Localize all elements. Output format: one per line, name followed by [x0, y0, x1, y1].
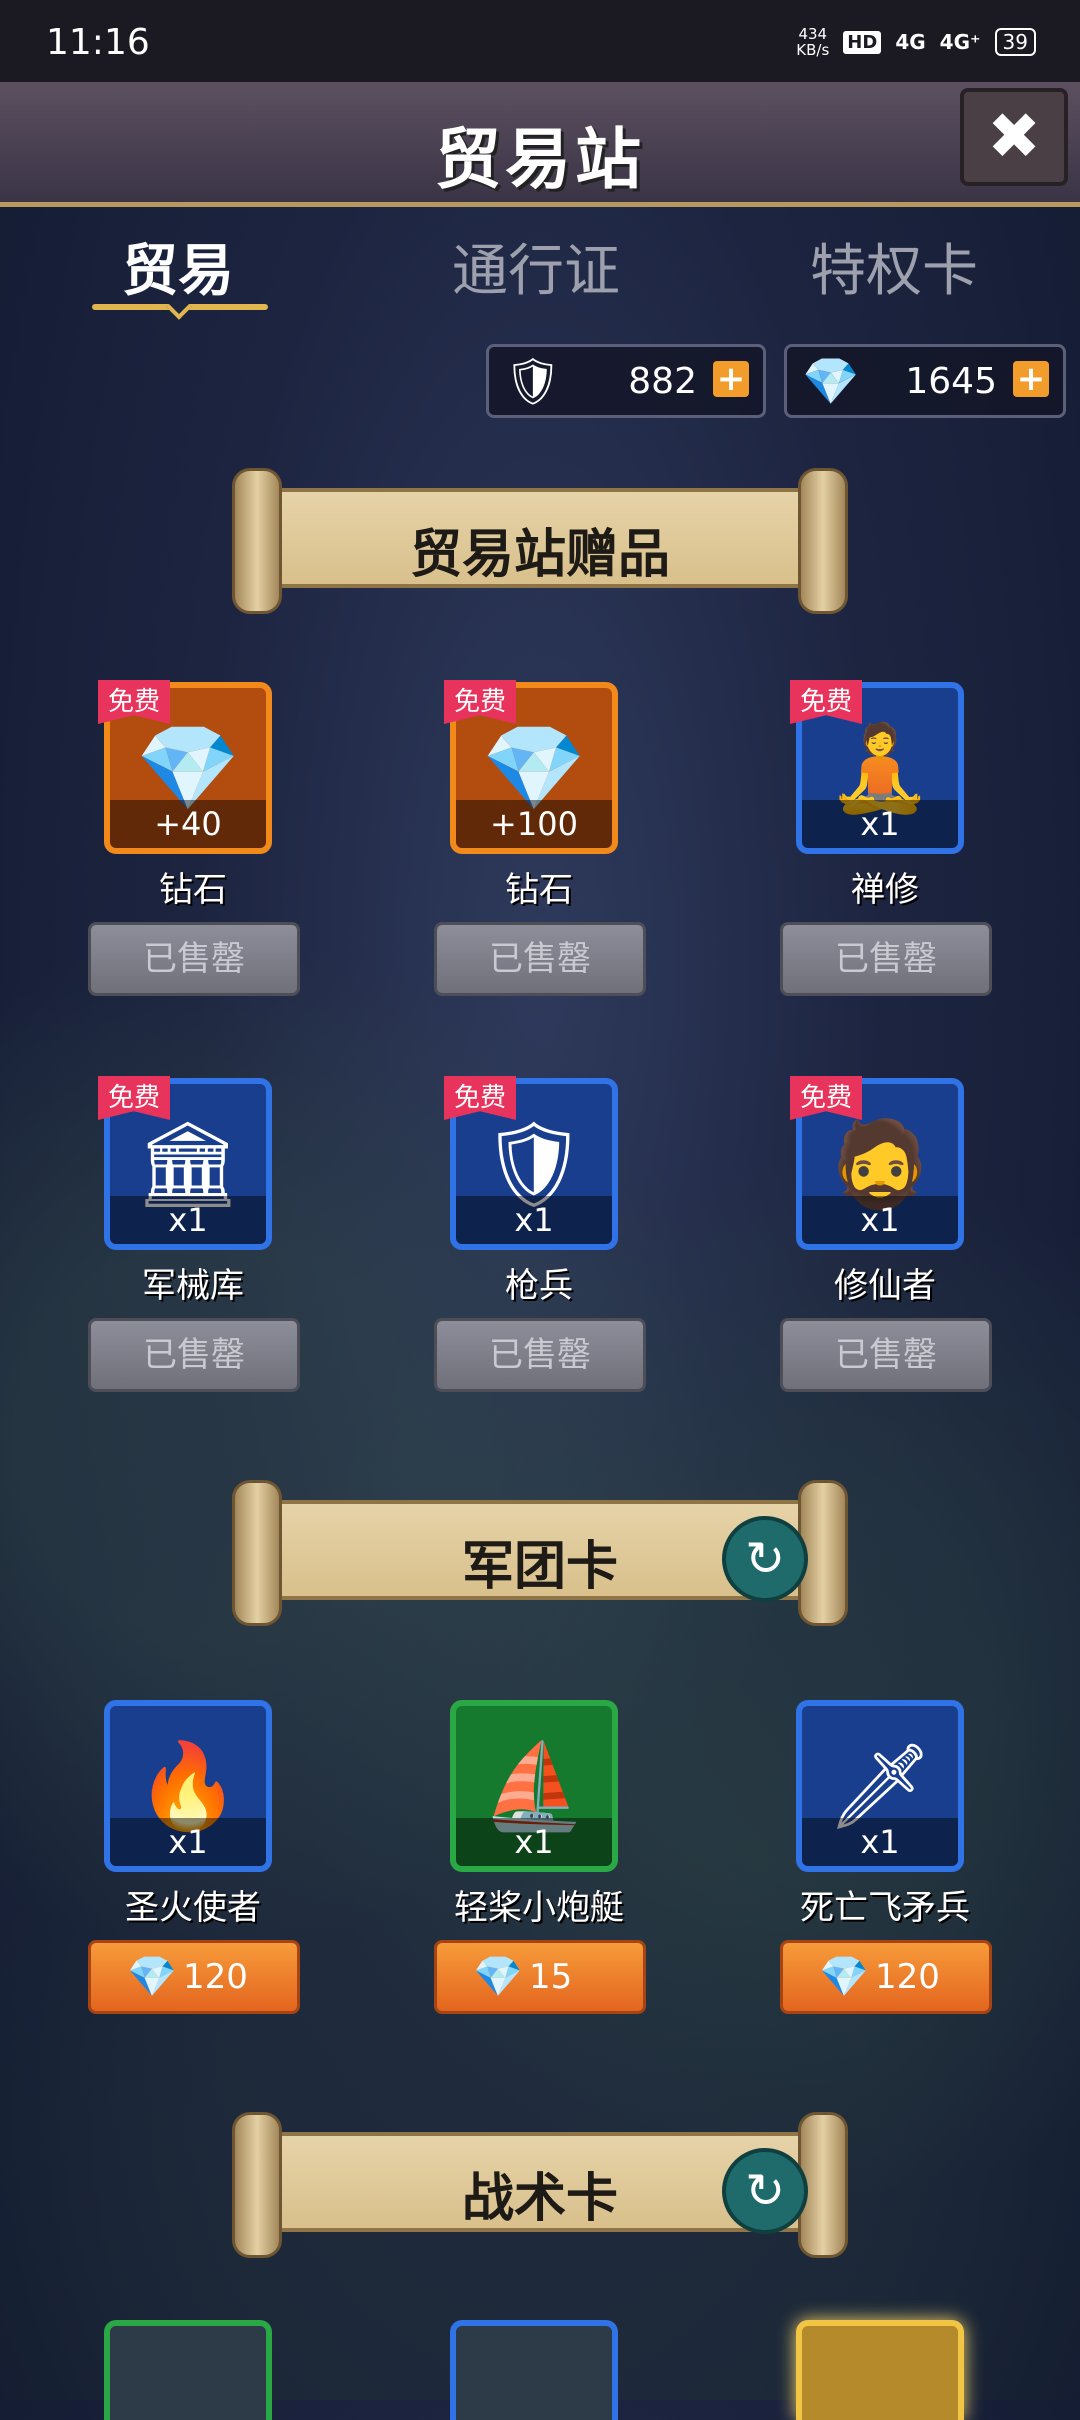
item-qty: +100 — [456, 800, 612, 848]
item-qty: x1 — [802, 1818, 958, 1866]
section-title: 贸易站赠品 — [409, 525, 670, 585]
net-speed-value: 434 — [798, 25, 828, 43]
price-value: 120 — [875, 1957, 940, 1997]
status-time: 11:16 — [46, 22, 150, 63]
item-name: 轻桨小炮艇 — [454, 1888, 624, 1928]
price-value: 120 — [183, 1957, 248, 1997]
sold-out-button[interactable]: 已售罄 — [780, 922, 992, 996]
sold-out-button[interactable]: 已售罄 — [88, 1318, 300, 1392]
item-card[interactable]: ⛵ x1 — [450, 1700, 618, 1872]
price-button[interactable]: 💎 120 — [88, 1940, 300, 2014]
network-speed: 434 KB/s — [796, 26, 829, 58]
item-qty: x1 — [110, 1196, 266, 1244]
tactics-card[interactable] — [796, 2320, 964, 2420]
diamond-icon: 💎 — [473, 1954, 523, 2000]
item-name: 钻石 — [159, 870, 227, 910]
battery-icon: 39 — [994, 28, 1036, 56]
hd-icon: HD — [843, 30, 882, 54]
item-name: 禅修 — [851, 870, 919, 910]
status-icons: 434 KB/s HD 4G 4G⁺ 39 — [796, 26, 1036, 58]
item-qty: x1 — [802, 1196, 958, 1244]
item-name: 枪兵 — [505, 1266, 573, 1306]
currency-diamond: 💎 1645 + — [784, 344, 1066, 418]
tab-pass[interactable]: 通行证 — [452, 226, 620, 307]
tactics-card[interactable] — [450, 2320, 618, 2420]
sold-out-button[interactable]: 已售罄 — [780, 1318, 992, 1392]
diamond-icon: 💎 — [819, 1954, 869, 2000]
item-name: 圣火使者 — [125, 1888, 261, 1928]
item-card[interactable]: 🗡 x1 — [796, 1700, 964, 1872]
item-name: 军械库 — [142, 1266, 244, 1306]
tab-bar: 贸易 通行证 特权卡 — [0, 212, 1080, 322]
price-value: 15 — [529, 1957, 573, 1997]
gift-item: 💎 +100 免费 钻石 已售罄 — [434, 680, 646, 1002]
sold-out-button[interactable]: 已售罄 — [88, 922, 300, 996]
section-banner-tactics: 战术卡 ↻ — [232, 2112, 848, 2258]
close-button[interactable]: ✖ — [960, 88, 1068, 186]
close-icon: ✖ — [987, 100, 1041, 174]
refresh-button[interactable]: ↻ — [722, 2148, 808, 2234]
signal-icon: 4G — [895, 30, 926, 54]
item-qty: x1 — [110, 1818, 266, 1866]
price-button[interactable]: 💎 120 — [780, 1940, 992, 2014]
net-speed-unit: KB/s — [796, 41, 830, 59]
legion-item: ⛵ x1 轻桨小炮艇 💎 15 — [434, 1700, 646, 2020]
page-title: 贸易站 — [435, 121, 645, 198]
section-banner-legion: 军团卡 ↻ — [232, 1480, 848, 1626]
sold-out-button[interactable]: 已售罄 — [434, 922, 646, 996]
crest-icon: 🛡 — [503, 353, 563, 408]
gift-item: 💎 +40 免费 钻石 已售罄 — [88, 680, 300, 1002]
item-name: 修仙者 — [834, 1266, 936, 1306]
status-bar: 11:16 434 KB/s HD 4G 4G⁺ 39 — [0, 0, 1080, 82]
diamond-value: 1645 — [905, 361, 997, 402]
refresh-icon: ↻ — [744, 2163, 786, 2219]
legion-item: 🗡 x1 死亡飞矛兵 💎 120 — [780, 1700, 992, 2020]
refresh-icon: ↻ — [744, 1531, 786, 1587]
item-qty: x1 — [456, 1818, 612, 1866]
tactics-card[interactable] — [104, 2320, 272, 2420]
signal-icon-2: 4G⁺ — [939, 30, 981, 54]
sold-out-button[interactable]: 已售罄 — [434, 1318, 646, 1392]
price-button[interactable]: 💎 15 — [434, 1940, 646, 2014]
title-bar: 贸易站 ✖ — [0, 82, 1080, 207]
diamond-icon: 💎 — [127, 1954, 177, 2000]
legion-item: 🔥 x1 圣火使者 💎 120 — [88, 1700, 300, 2020]
gift-item: 🧔 x1 免费 修仙者 已售罄 — [780, 1076, 992, 1398]
section-banner-gifts: 贸易站赠品 — [232, 468, 848, 614]
item-qty: x1 — [802, 800, 958, 848]
gift-item: 🛡 x1 免费 枪兵 已售罄 — [434, 1076, 646, 1398]
item-name: 钻石 — [505, 870, 573, 910]
currency-crest: 🛡 882 + — [486, 344, 766, 418]
crest-value: 882 — [628, 361, 697, 402]
item-name: 死亡飞矛兵 — [800, 1888, 970, 1928]
add-diamond-button[interactable]: + — [1013, 361, 1049, 397]
add-crest-button[interactable]: + — [713, 361, 749, 397]
refresh-button[interactable]: ↻ — [722, 1516, 808, 1602]
gift-item: 🏛 x1 免费 军械库 已售罄 — [88, 1076, 300, 1398]
item-qty: x1 — [456, 1196, 612, 1244]
gift-item: 🧘 x1 免费 禅修 已售罄 — [780, 680, 992, 1002]
item-qty: +40 — [110, 800, 266, 848]
item-card[interactable]: 🔥 x1 — [104, 1700, 272, 1872]
tab-privilege[interactable]: 特权卡 — [810, 226, 978, 307]
diamond-icon: 💎 — [802, 353, 860, 408]
